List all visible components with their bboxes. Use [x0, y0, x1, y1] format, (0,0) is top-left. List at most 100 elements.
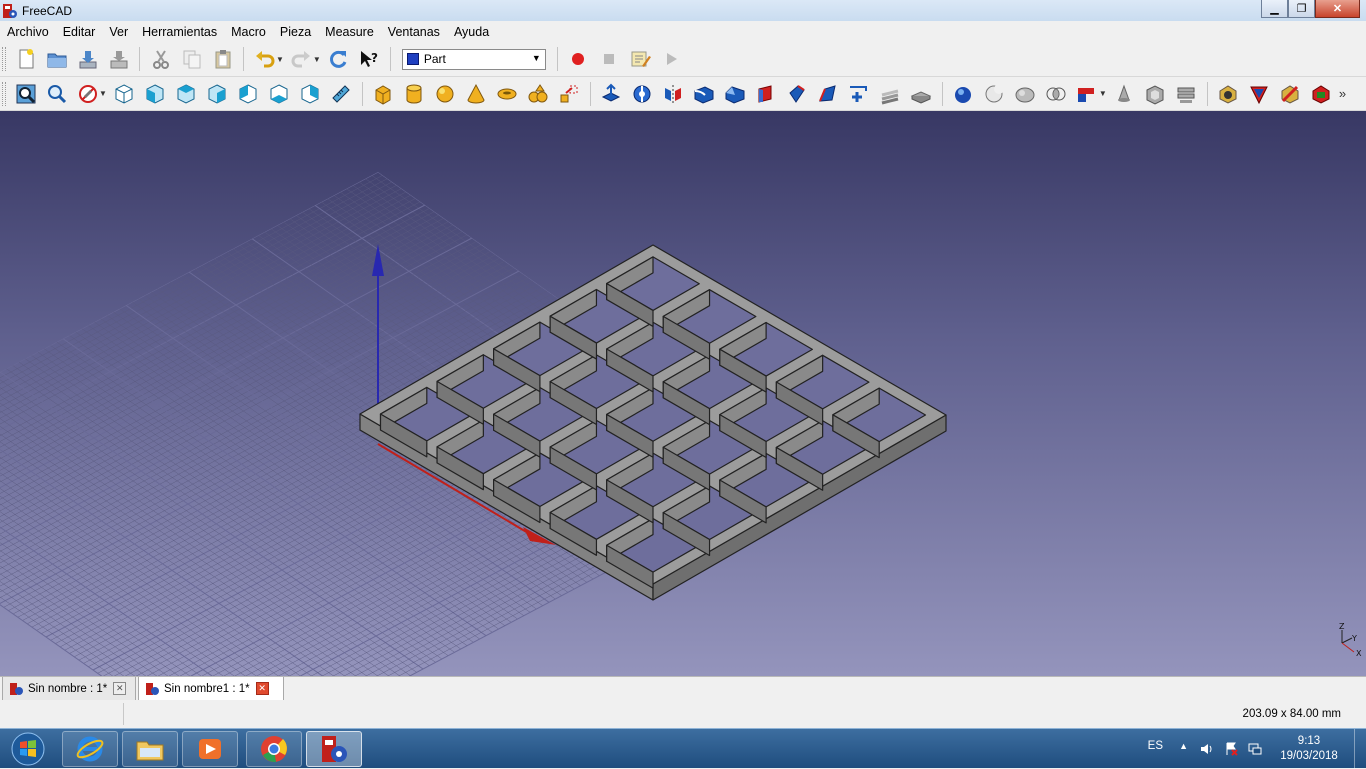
tab-sin-nombre[interactable]: Sin nombre : 1* ✕ [2, 677, 136, 701]
menu-archivo[interactable]: Archivo [0, 25, 56, 39]
cone-icon[interactable] [461, 80, 492, 108]
tab-label: Sin nombre1 : 1* [164, 682, 250, 695]
offset-icon[interactable] [1171, 80, 1202, 108]
measure-distance-icon[interactable] [326, 80, 357, 108]
menu-herramientas[interactable]: Herramientas [135, 25, 224, 39]
start-button[interactable] [0, 731, 56, 767]
menu-macro[interactable]: Macro [224, 25, 273, 39]
scene-canvas[interactable]: Z Y X [0, 111, 1366, 676]
cube-icon[interactable] [368, 80, 399, 108]
boolean-icon[interactable] [948, 80, 979, 108]
new-file-icon[interactable] [10, 45, 41, 73]
open-file-icon[interactable] [41, 45, 72, 73]
macro-stop-icon[interactable] [594, 45, 625, 73]
axis-triad: Z Y X [1339, 622, 1362, 658]
loft-icon[interactable] [813, 80, 844, 108]
rear-view-icon[interactable] [233, 80, 264, 108]
macro-edit-icon[interactable] [625, 45, 656, 73]
grid-line [0, 411, 348, 676]
cross-sections-icon[interactable] [906, 80, 937, 108]
toolbar-overflow[interactable]: » [1339, 86, 1346, 101]
mirror-icon[interactable] [658, 80, 689, 108]
fuse-icon[interactable] [1010, 80, 1041, 108]
left-view-icon[interactable] [295, 80, 326, 108]
menu-measure[interactable]: Measure [318, 25, 381, 39]
language-indicator[interactable]: ES [1148, 740, 1163, 752]
shape-builder-icon[interactable] [554, 80, 585, 108]
menu-ayuda[interactable]: Ayuda [447, 25, 496, 39]
clear-measure-icon[interactable] [1275, 80, 1306, 108]
grid-line [0, 391, 386, 676]
internet-explorer-icon[interactable] [62, 731, 118, 767]
close-icon[interactable]: ✕ [113, 682, 127, 695]
ruled-surface-icon[interactable] [782, 80, 813, 108]
network-icon[interactable] [1248, 742, 1262, 756]
save-as-icon[interactable] [103, 45, 134, 73]
tab-sin-nombre1[interactable]: Sin nombre1 : 1* ✕ [138, 677, 284, 701]
media-player-icon[interactable] [182, 731, 238, 767]
undo-dropdown-icon[interactable]: ▼ [276, 55, 284, 64]
common-icon[interactable] [1041, 80, 1072, 108]
chrome-icon[interactable] [246, 731, 302, 767]
show-hidden-icons[interactable]: ▲ [1179, 741, 1188, 751]
menu-pieza[interactable]: Pieza [273, 25, 318, 39]
close-icon[interactable]: ✕ [255, 682, 269, 695]
workbench-selector[interactable]: Part ▼ [401, 48, 546, 70]
close-button[interactable]: ✕ [1315, 0, 1360, 18]
chamfer-icon[interactable] [720, 80, 751, 108]
clock[interactable]: 9:13 19/03/2018 [1279, 734, 1339, 764]
part-workbench-icon [406, 53, 419, 65]
3d-viewport[interactable]: Z Y X [0, 111, 1366, 676]
action-center-icon[interactable] [1224, 742, 1238, 756]
whats-this-icon[interactable]: ? [354, 45, 385, 73]
cut-boolean-icon[interactable] [979, 80, 1010, 108]
torus-icon[interactable] [492, 80, 523, 108]
section-icon[interactable] [875, 80, 906, 108]
menu-ventanas[interactable]: Ventanas [381, 25, 447, 39]
menu-ver[interactable]: Ver [102, 25, 135, 39]
refresh-icon[interactable] [323, 45, 354, 73]
redo-dropdown-icon[interactable]: ▼ [313, 55, 321, 64]
toggle-3d-icon[interactable] [1306, 80, 1337, 108]
toolbar-separator [361, 81, 363, 106]
file-explorer-icon[interactable] [122, 731, 178, 767]
fit-all-icon[interactable] [10, 80, 41, 108]
measure-linear-icon[interactable] [1213, 80, 1244, 108]
save-icon[interactable] [72, 45, 103, 73]
top-view-icon[interactable] [171, 80, 202, 108]
measure-angular-icon[interactable] [1244, 80, 1275, 108]
bottom-view-icon[interactable] [264, 80, 295, 108]
make-face-icon[interactable] [751, 80, 782, 108]
copy-icon[interactable] [176, 45, 207, 73]
thickness-icon[interactable] [1140, 80, 1171, 108]
windows-taskbar: ES ▲ 9:13 19/03/2018 [0, 728, 1366, 769]
fit-selection-icon[interactable] [41, 80, 72, 108]
isometric-view-icon[interactable] [109, 80, 140, 108]
show-desktop-button[interactable] [1354, 729, 1366, 769]
toolbar-separator [243, 47, 244, 71]
cut-icon[interactable] [145, 45, 176, 73]
fillet-icon[interactable] [689, 80, 720, 108]
toolbar-grip[interactable] [2, 81, 6, 106]
extrude-icon[interactable] [596, 80, 627, 108]
sphere-icon[interactable] [430, 80, 461, 108]
compound-dropdown-icon[interactable]: ▼ [1099, 89, 1107, 98]
paste-icon[interactable] [207, 45, 238, 73]
menu-editar[interactable]: Editar [56, 25, 103, 39]
toolbar-grip[interactable] [2, 47, 6, 71]
sweep-icon[interactable] [844, 80, 875, 108]
macro-run-icon[interactable] [656, 45, 687, 73]
speaker-icon[interactable] [1200, 742, 1214, 756]
restore-button[interactable]: ❐ [1288, 0, 1315, 18]
create-primitives-icon[interactable] [523, 80, 554, 108]
macro-record-icon[interactable] [563, 45, 594, 73]
draw-style-dropdown-icon[interactable]: ▼ [99, 89, 107, 98]
cylinder-icon[interactable] [399, 80, 430, 108]
grid-line [0, 471, 235, 676]
check-geometry-icon[interactable] [1109, 80, 1140, 108]
freecad-icon[interactable] [306, 731, 362, 767]
minimize-button[interactable]: ▁ [1261, 0, 1288, 18]
right-view-icon[interactable] [202, 80, 233, 108]
revolve-icon[interactable] [627, 80, 658, 108]
front-view-icon[interactable] [140, 80, 171, 108]
